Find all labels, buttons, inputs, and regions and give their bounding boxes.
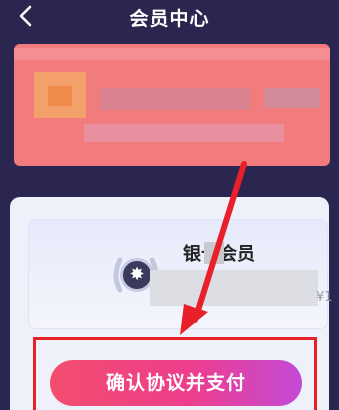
confirm-and-pay-button[interactable]: 确认协议并支付: [50, 360, 302, 406]
banner-pixel-block: [100, 88, 250, 110]
tier-name-mask: [204, 242, 224, 264]
price-symbol: ¥1: [316, 290, 333, 305]
banner-pixel-block: [84, 124, 284, 142]
price-pixelated: [150, 270, 318, 306]
banner-pixel-block: [264, 88, 320, 108]
header-bar: 会员中心: [0, 0, 339, 34]
banner-pixel-block: [48, 86, 72, 106]
banner-pixel-block: [14, 48, 330, 60]
promo-banner-pixelated[interactable]: [14, 44, 330, 166]
page-title: 会员中心: [129, 8, 210, 30]
star-badge-icon: ✸: [120, 258, 154, 292]
